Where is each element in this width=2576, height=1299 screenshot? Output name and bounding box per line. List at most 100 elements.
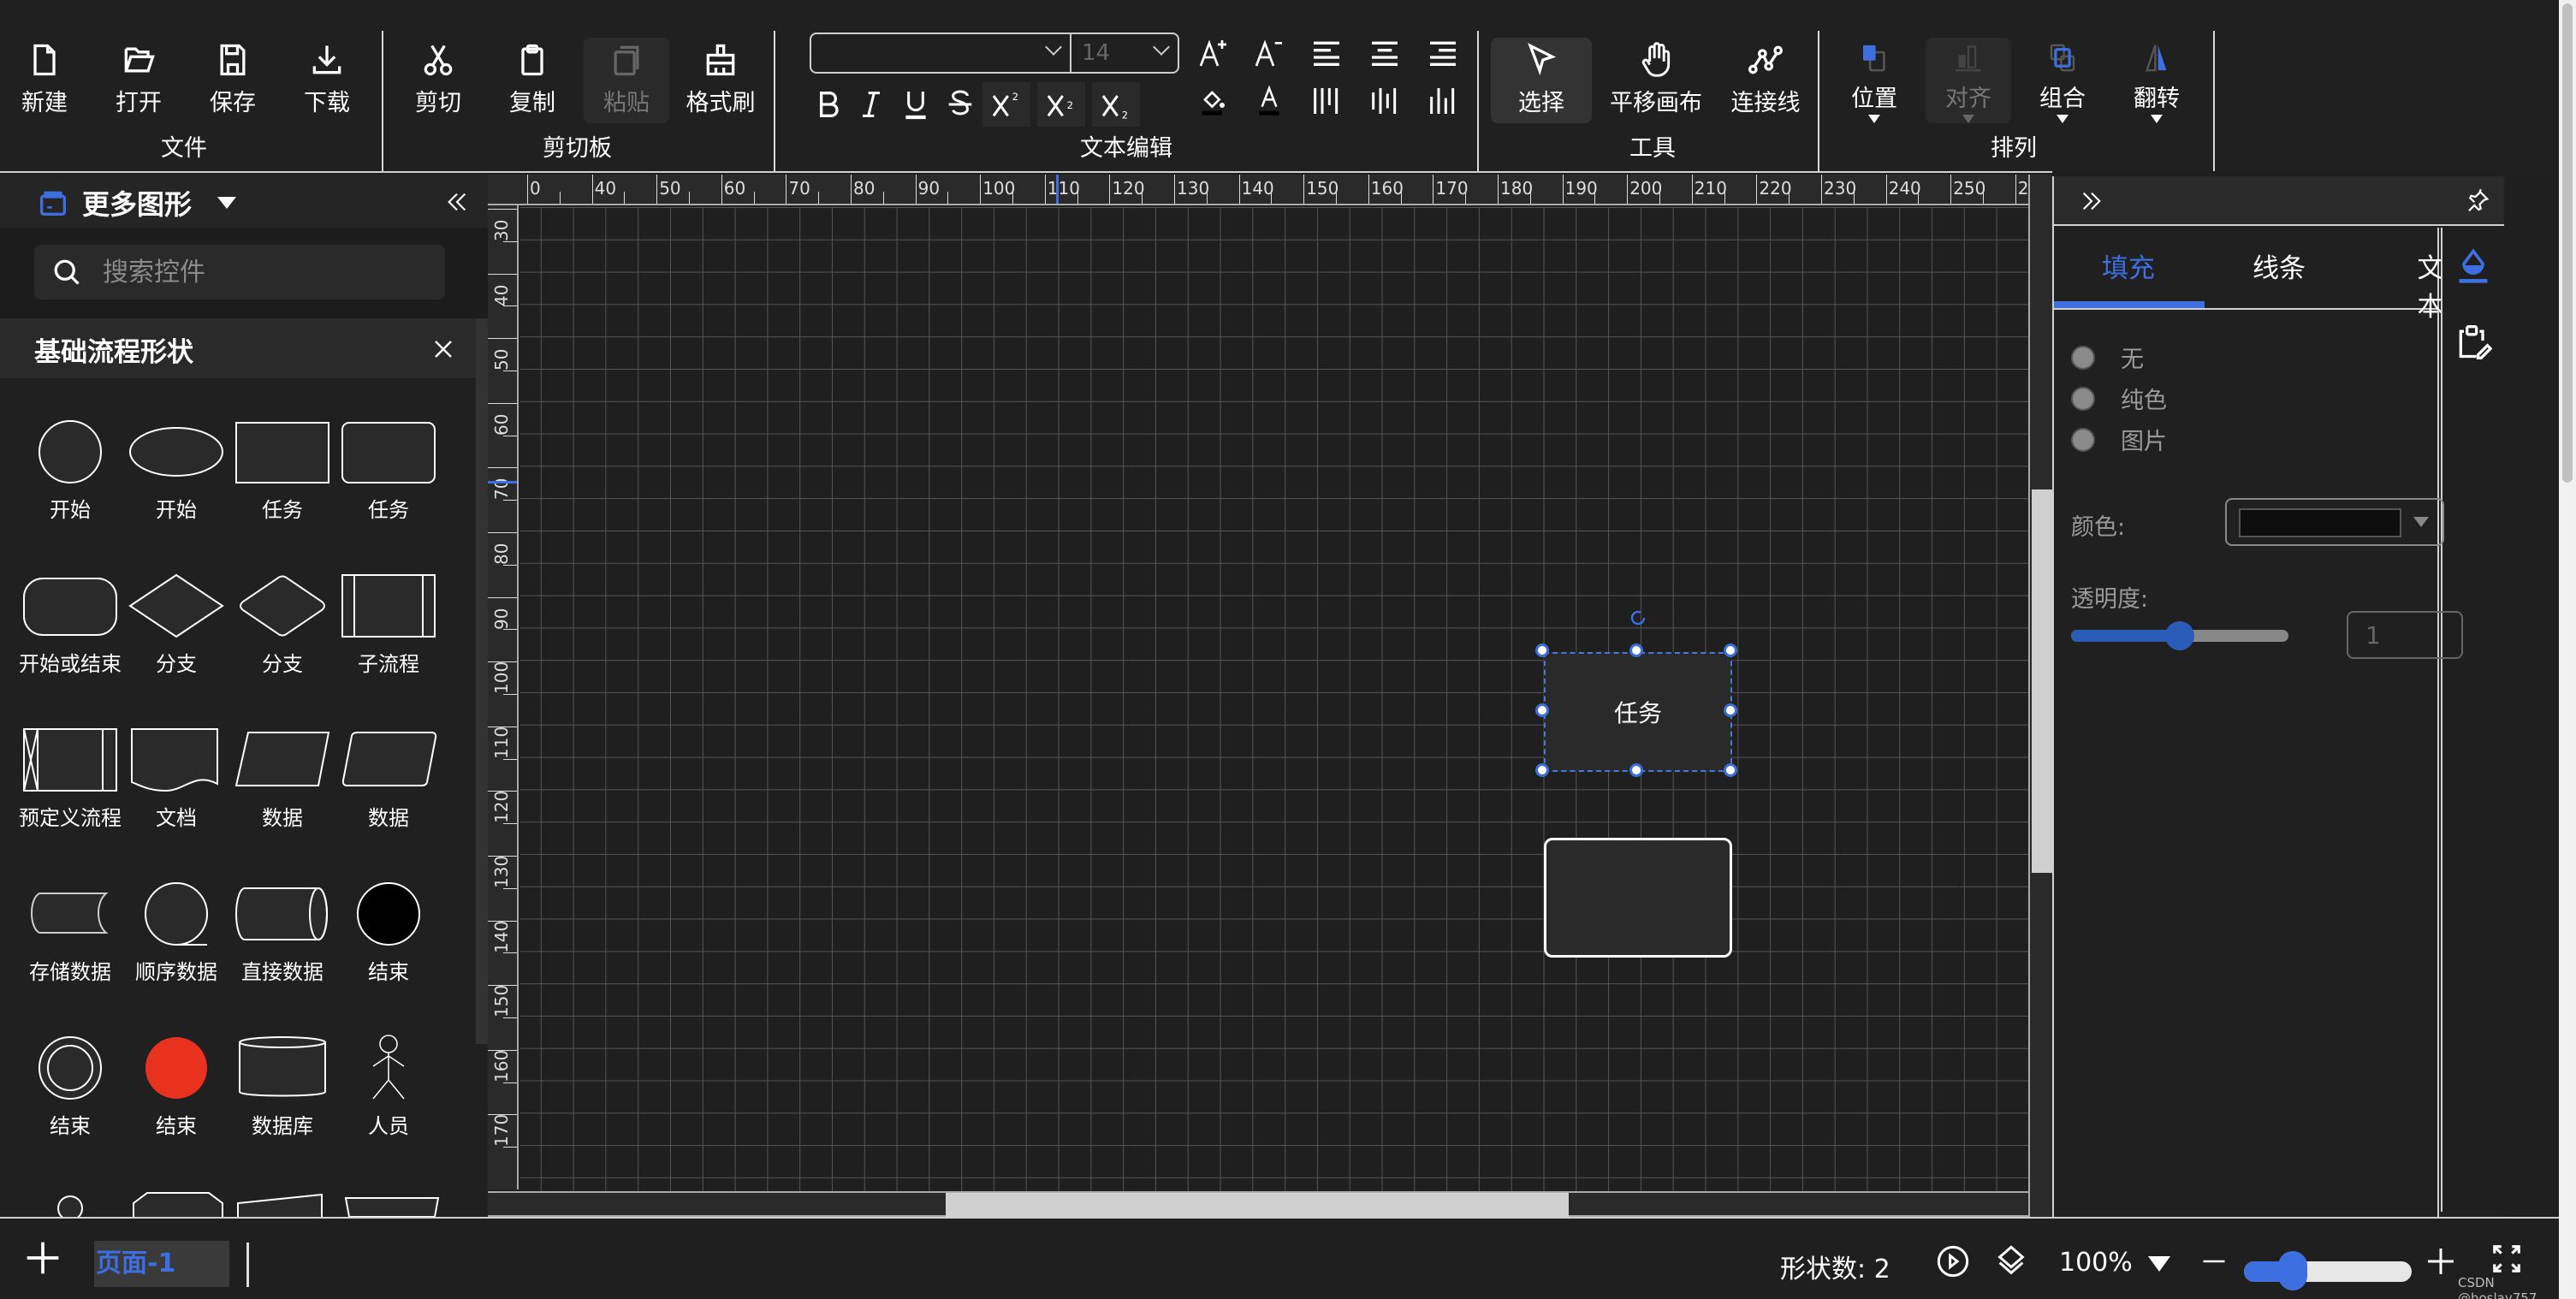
- add-page-icon[interactable]: [24, 1239, 62, 1277]
- new-button[interactable]: 新建: [2, 38, 87, 123]
- color-picker[interactable]: [2225, 498, 2444, 546]
- shape-item-direct-data[interactable]: 直接数据: [229, 875, 335, 1011]
- resize-handle-nw[interactable]: [1535, 644, 1549, 657]
- resize-handle-sw[interactable]: [1535, 763, 1549, 777]
- resize-handle-s[interactable]: [1629, 763, 1643, 777]
- italic-button[interactable]: [852, 86, 890, 123]
- shape-item-filled-red-circle[interactable]: 结束: [123, 1029, 229, 1166]
- shape-item-diamond[interactable]: 分支: [123, 566, 229, 703]
- vertical-scrollbar[interactable]: [2028, 175, 2052, 1217]
- open-button[interactable]: 打开: [96, 38, 181, 123]
- connector-tool-button[interactable]: 连接线: [1718, 38, 1813, 123]
- clipboard-edit-icon[interactable]: [2454, 322, 2492, 363]
- valign-bottom-button[interactable]: [1424, 82, 1462, 120]
- valign-top-button[interactable]: [1308, 82, 1345, 120]
- fill-option-solid[interactable]: 纯色: [2071, 382, 2167, 415]
- slider-knob[interactable]: [2278, 1251, 2307, 1290]
- shape-item-database[interactable]: 数据库: [229, 1029, 335, 1166]
- align-center-button[interactable]: [1366, 34, 1404, 72]
- resize-handle-n[interactable]: [1629, 644, 1643, 657]
- resize-handle-se[interactable]: [1724, 763, 1737, 777]
- tab-fill[interactable]: 填充: [2102, 246, 2155, 285]
- shape-item-terminator[interactable]: 开始或结束: [17, 566, 123, 703]
- resize-handle-ne[interactable]: [1724, 644, 1737, 657]
- shape-item-ellipse[interactable]: 开始: [123, 412, 229, 549]
- download-button[interactable]: 下载: [284, 38, 370, 123]
- zoom-dropdown-icon[interactable]: [2148, 1256, 2170, 1272]
- task-shape-selected[interactable]: 任务: [1544, 652, 1732, 772]
- drawing-grid[interactable]: [520, 207, 2028, 1191]
- pin-icon[interactable]: [2465, 188, 2490, 214]
- shape-item-document[interactable]: 文档: [123, 721, 229, 857]
- select-tool-button[interactable]: 选择: [1491, 38, 1592, 123]
- zoom-value[interactable]: 100%: [2059, 1248, 2133, 1278]
- page-scroll-thumb[interactable]: [2562, 3, 2573, 483]
- layers-icon[interactable]: [1994, 1241, 2028, 1282]
- collapse-right-icon[interactable]: [2080, 188, 2104, 214]
- horizontal-scroll-thumb[interactable]: [946, 1193, 1569, 1217]
- radio-button[interactable]: [2071, 345, 2095, 370]
- slider-knob[interactable]: [2165, 621, 2194, 650]
- subscript-button[interactable]: 2: [1092, 82, 1140, 127]
- group-button[interactable]: 组合: [2020, 38, 2105, 123]
- fill-option-none[interactable]: 无: [2071, 341, 2144, 374]
- cut-button[interactable]: 剪切: [395, 38, 481, 123]
- fullscreen-icon[interactable]: [2490, 1241, 2523, 1277]
- search-input[interactable]: [103, 245, 428, 300]
- save-button[interactable]: 保存: [190, 38, 276, 123]
- horizontal-scrollbar[interactable]: [488, 1191, 2028, 1217]
- fill-option-image[interactable]: 图片: [2071, 423, 2167, 456]
- resize-handle-e[interactable]: [1724, 703, 1737, 717]
- panel-scrollbar[interactable]: [476, 318, 488, 1044]
- shape-item-filled-black-circle[interactable]: 结束: [335, 875, 442, 1011]
- shape-item-predefined[interactable]: 预定义流程: [17, 721, 123, 857]
- radio-button[interactable]: [2071, 386, 2095, 411]
- strikethrough-button[interactable]: [941, 86, 979, 123]
- opacity-input[interactable]: [2347, 611, 2463, 659]
- shape-item-stored-data[interactable]: 存储数据: [17, 875, 123, 1011]
- pan-tool-button[interactable]: 平移画布: [1600, 38, 1712, 123]
- fill-color-button[interactable]: [1195, 82, 1232, 120]
- underline-button[interactable]: [897, 86, 935, 123]
- opacity-slider[interactable]: [2071, 621, 2288, 650]
- superscript-alt-button[interactable]: 2: [1037, 82, 1085, 127]
- shape-item-rounded-diamond[interactable]: 分支: [229, 566, 335, 703]
- category-header[interactable]: 基础流程形状: [0, 318, 479, 378]
- rotate-handle-icon[interactable]: [1628, 608, 1648, 628]
- rounded-rect-shape[interactable]: [1544, 838, 1732, 958]
- copy-button[interactable]: 复制: [490, 38, 575, 123]
- shape-item-rounded-parallelogram[interactable]: 数据: [335, 721, 442, 857]
- bold-button[interactable]: [810, 86, 847, 123]
- zoom-in-icon[interactable]: [2425, 1244, 2456, 1278]
- increase-font-button[interactable]: [1195, 34, 1232, 72]
- align-button[interactable]: 对齐: [1926, 38, 2011, 123]
- shape-item-rounded-rect[interactable]: 任务: [335, 412, 442, 549]
- font-color-button[interactable]: [1250, 82, 1288, 120]
- shape-item-actor[interactable]: 人员: [335, 1029, 442, 1166]
- page-scrollbar[interactable]: [2559, 0, 2576, 1299]
- radio-button[interactable]: [2071, 427, 2095, 452]
- shape-item-double-circle[interactable]: 结束: [17, 1029, 123, 1166]
- page-tab[interactable]: 页面-1: [94, 1241, 229, 1287]
- decrease-font-button[interactable]: [1250, 34, 1288, 72]
- tab-line[interactable]: 线条: [2253, 246, 2306, 285]
- font-size-select[interactable]: 14: [1071, 34, 1178, 72]
- more-shapes-title[interactable]: 更多图形: [82, 183, 192, 222]
- zoom-out-icon[interactable]: [2201, 1253, 2227, 1270]
- play-icon[interactable]: [1936, 1244, 1970, 1278]
- format-painter-button[interactable]: 格式刷: [678, 38, 763, 123]
- resize-handle-w[interactable]: [1535, 703, 1549, 717]
- font-family-select[interactable]: [811, 34, 1071, 72]
- superscript-button[interactable]: 2: [982, 82, 1030, 127]
- shape-item-rect[interactable]: 任务: [229, 412, 335, 549]
- paste-button[interactable]: 粘贴: [584, 38, 669, 123]
- align-right-button[interactable]: [1424, 34, 1462, 72]
- vertical-scroll-thumb[interactable]: [2032, 489, 2052, 873]
- align-left-button[interactable]: [1308, 34, 1345, 72]
- dropdown-caret-icon[interactable]: [217, 197, 236, 209]
- fill-bucket-icon[interactable]: [2454, 245, 2492, 286]
- position-button[interactable]: 位置: [1831, 38, 1917, 123]
- shape-item-subprocess[interactable]: 子流程: [335, 566, 442, 703]
- shape-item-circle[interactable]: 开始: [17, 412, 123, 549]
- flip-button[interactable]: 翻转: [2114, 38, 2199, 123]
